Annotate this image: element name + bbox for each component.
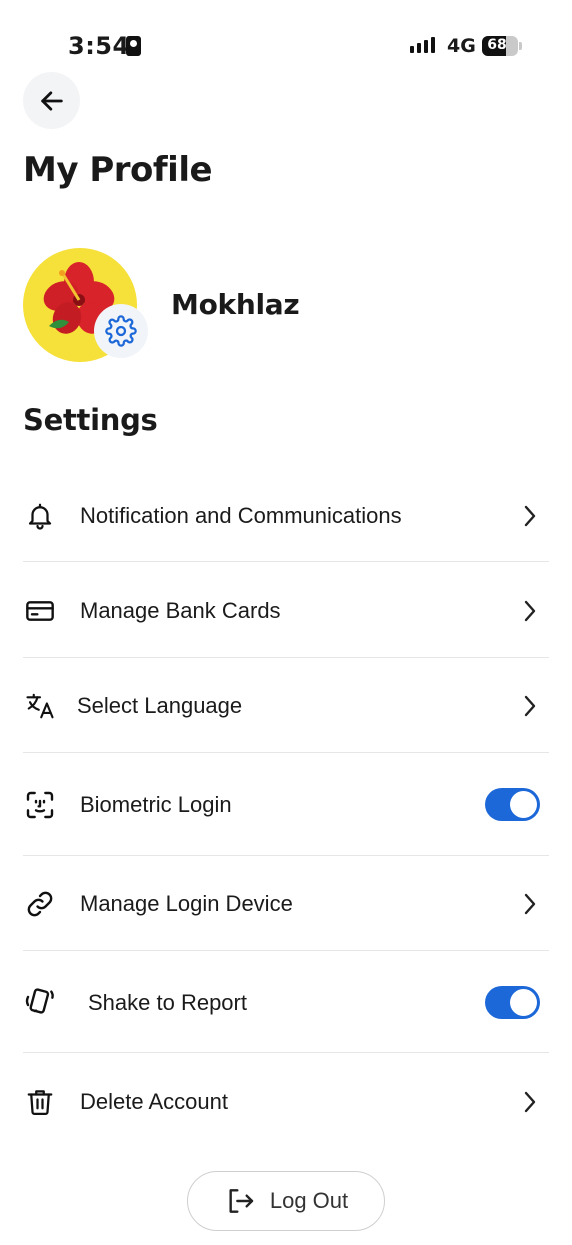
settings-item-language[interactable]: Select Language <box>23 687 549 725</box>
divider <box>23 855 549 856</box>
settings-item-label: Manage Login Device <box>80 891 293 916</box>
biometric-toggle[interactable] <box>485 788 540 821</box>
link-icon <box>23 887 57 921</box>
logout-button[interactable]: Log Out <box>187 1171 385 1231</box>
card-icon <box>23 594 57 628</box>
page-title: My Profile <box>23 150 213 190</box>
settings-item-label: Delete Account <box>80 1089 228 1114</box>
settings-item-bank-cards[interactable]: Manage Bank Cards <box>23 592 549 630</box>
user-name: Mokhlaz <box>171 288 300 321</box>
trash-icon <box>23 1085 57 1119</box>
settings-item-label: Biometric Login <box>80 792 232 817</box>
bell-icon <box>23 499 57 533</box>
settings-item-shake-report: Shake to Report <box>23 984 549 1022</box>
chevron-right-icon <box>521 692 539 720</box>
settings-item-label: Notification and Communications <box>80 503 402 528</box>
toggle-knob <box>510 989 537 1016</box>
edit-avatar-button[interactable] <box>94 304 148 358</box>
divider <box>23 752 549 753</box>
translate-icon <box>23 689 57 723</box>
logout-label: Log Out <box>269 1188 349 1213</box>
face-scan-icon <box>23 788 57 822</box>
chevron-right-icon <box>521 890 539 918</box>
settings-item-biometric: Biometric Login <box>23 786 549 824</box>
status-bar: 3:54 4G 68 <box>0 0 572 92</box>
chevron-right-icon <box>521 597 539 625</box>
settings-item-delete-account[interactable]: Delete Account <box>23 1083 549 1121</box>
status-time: 3:54 <box>68 32 130 60</box>
gear-icon <box>105 315 137 347</box>
battery-icon: 68 <box>482 36 518 56</box>
logout-icon <box>229 1189 254 1213</box>
settings-item-label: Select Language <box>77 693 243 718</box>
shake-report-toggle[interactable] <box>485 986 540 1019</box>
settings-item-notifications[interactable]: Notification and Communications <box>23 497 549 535</box>
settings-item-label: Manage Bank Cards <box>80 598 281 623</box>
battery-level: 68 <box>487 37 507 53</box>
battery-cap <box>519 42 522 50</box>
settings-item-label: Shake to Report <box>88 990 247 1015</box>
divider <box>23 657 549 658</box>
chevron-right-icon <box>521 1088 539 1116</box>
divider <box>23 950 549 951</box>
shake-phone-icon <box>23 984 57 1018</box>
divider <box>23 1052 549 1053</box>
divider <box>23 561 549 562</box>
signal-icon <box>410 37 435 53</box>
settings-title: Settings <box>23 403 158 437</box>
toggle-knob <box>510 791 537 818</box>
back-button[interactable] <box>23 72 80 129</box>
sim-card-icon <box>126 36 141 56</box>
network-type: 4G <box>447 35 476 57</box>
arrow-left-icon <box>40 90 63 111</box>
chevron-right-icon <box>521 502 539 530</box>
settings-item-login-device[interactable]: Manage Login Device <box>23 885 549 923</box>
